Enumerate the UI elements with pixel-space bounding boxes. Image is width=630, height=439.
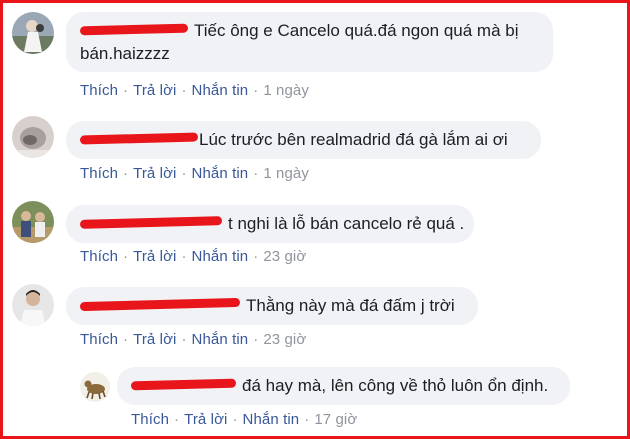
commenter-avatar-3[interactable] bbox=[12, 201, 54, 243]
reply-actions: Thích · Trả lời · Nhắn tin · 17 giờ bbox=[131, 411, 357, 428]
comment-actions-2: Thích · Trả lời · Nhắn tin · 1 ngày bbox=[80, 165, 309, 182]
comment-bubble-3: t nghi là lỗ bán cancelo rẻ quá . bbox=[66, 205, 474, 243]
comment-text-2: Lúc trước bên realmadrid đá gà lắm ai ơi bbox=[199, 130, 508, 149]
timestamp[interactable]: 23 giờ bbox=[263, 331, 306, 348]
reply-avatar[interactable] bbox=[80, 372, 110, 402]
comment-actions-4: Thích · Trả lời · Nhắn tin · 23 giờ bbox=[80, 331, 306, 348]
reply-link[interactable]: Trả lời bbox=[133, 82, 176, 99]
message-link[interactable]: Nhắn tin bbox=[243, 411, 300, 428]
separator: · bbox=[123, 331, 129, 348]
timestamp[interactable]: 23 giờ bbox=[263, 248, 306, 265]
separator: · bbox=[181, 165, 187, 182]
message-link[interactable]: Nhắn tin bbox=[192, 331, 249, 348]
reply-text: đá hay mà, lên công về thỏ luôn ổn định. bbox=[242, 376, 549, 395]
reply-bubble: đá hay mà, lên công về thỏ luôn ổn định. bbox=[117, 367, 570, 405]
comment-actions-1: Thích · Trả lời · Nhắn tin · 1 ngày bbox=[80, 82, 309, 99]
reply-link[interactable]: Trả lời bbox=[133, 331, 176, 348]
comment-text-3: t nghi là lỗ bán cancelo rẻ quá . bbox=[228, 214, 465, 233]
redacted-username bbox=[79, 23, 189, 36]
timestamp[interactable]: 17 giờ bbox=[314, 411, 357, 428]
redacted-username bbox=[130, 378, 237, 391]
like-link[interactable]: Thích bbox=[80, 165, 118, 182]
comment-bubble-4: Thằng này mà đá đấm j trời bbox=[66, 287, 478, 325]
message-link[interactable]: Nhắn tin bbox=[192, 82, 249, 99]
message-link[interactable]: Nhắn tin bbox=[192, 248, 249, 265]
commenter-avatar-4[interactable] bbox=[12, 284, 54, 326]
separator: · bbox=[123, 248, 129, 265]
comment-bubble-1: Tiếc ông e Cancelo quá.đá ngon quá mà bị… bbox=[66, 12, 553, 72]
comment-text-4: Thằng này mà đá đấm j trời bbox=[246, 296, 455, 315]
separator: · bbox=[253, 82, 259, 99]
like-link[interactable]: Thích bbox=[131, 411, 169, 428]
separator: · bbox=[123, 165, 129, 182]
separator: · bbox=[174, 411, 180, 428]
separator: · bbox=[304, 411, 310, 428]
redacted-username bbox=[79, 297, 241, 312]
timestamp[interactable]: 1 ngày bbox=[263, 165, 309, 182]
commenter-avatar-2[interactable] bbox=[12, 116, 54, 158]
reply-link[interactable]: Trả lời bbox=[184, 411, 227, 428]
reply-link[interactable]: Trả lời bbox=[133, 248, 176, 265]
comment-bubble-2: Lúc trước bên realmadrid đá gà lắm ai ơi bbox=[66, 121, 541, 159]
like-link[interactable]: Thích bbox=[80, 248, 118, 265]
separator: · bbox=[253, 331, 259, 348]
separator: · bbox=[181, 248, 187, 265]
like-link[interactable]: Thích bbox=[80, 82, 118, 99]
separator: · bbox=[253, 248, 259, 265]
separator: · bbox=[181, 331, 187, 348]
separator: · bbox=[232, 411, 238, 428]
timestamp[interactable]: 1 ngày bbox=[263, 82, 309, 99]
like-link[interactable]: Thích bbox=[80, 331, 118, 348]
redacted-username bbox=[79, 132, 199, 145]
separator: · bbox=[253, 165, 259, 182]
separator: · bbox=[181, 82, 187, 99]
redacted-username bbox=[79, 216, 223, 229]
separator: · bbox=[123, 82, 129, 99]
message-link[interactable]: Nhắn tin bbox=[192, 165, 249, 182]
comment-actions-3: Thích · Trả lời · Nhắn tin · 23 giờ bbox=[80, 248, 306, 265]
reply-link[interactable]: Trả lời bbox=[133, 165, 176, 182]
commenter-avatar-1[interactable] bbox=[12, 12, 54, 54]
